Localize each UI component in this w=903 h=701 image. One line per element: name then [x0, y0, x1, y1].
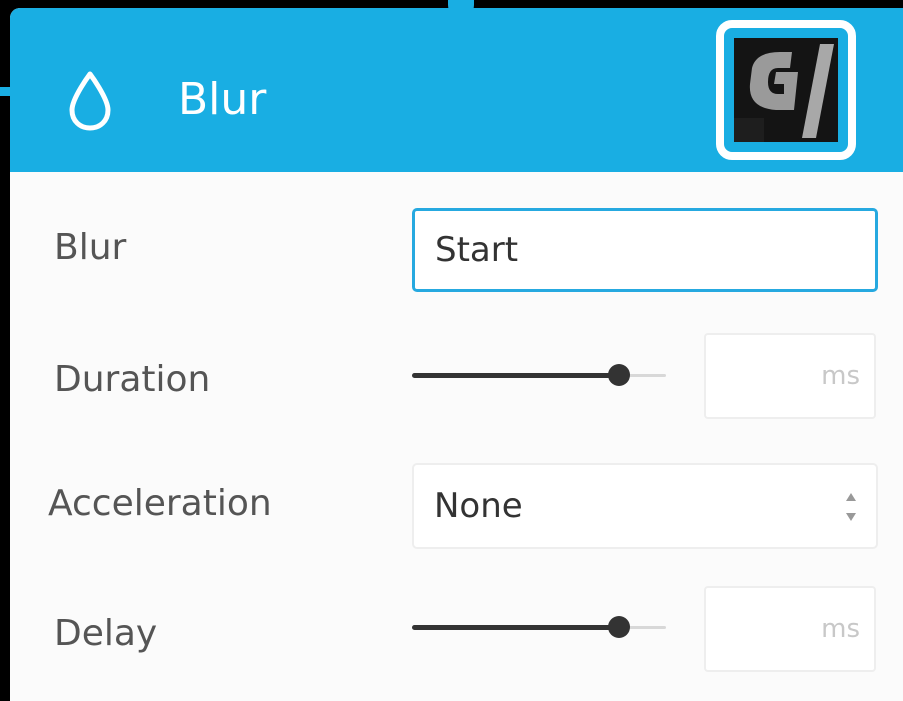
- duration-slider-handle[interactable]: [608, 364, 630, 386]
- panel-header: Blur: [10, 8, 903, 172]
- g-logo-icon: [734, 38, 838, 142]
- delay-label: Delay: [54, 613, 158, 654]
- drop-icon: [69, 71, 111, 131]
- panel-title: Blur: [178, 74, 267, 125]
- acceleration-label: Acceleration: [48, 483, 272, 524]
- blur-panel: Blur Blur Duration ms: [10, 8, 903, 701]
- g-logo-thumbnail: [734, 38, 838, 142]
- blur-label: Blur: [54, 227, 127, 268]
- duration-ms-input[interactable]: ms: [704, 333, 876, 419]
- select-arrows-icon: [846, 493, 856, 521]
- delay-slider[interactable]: [412, 612, 672, 642]
- duration-slider[interactable]: [412, 360, 672, 390]
- blur-trigger-input[interactable]: [412, 208, 878, 292]
- duration-unit: ms: [821, 361, 860, 391]
- acceleration-selected-value: None: [434, 486, 523, 526]
- duration-label: Duration: [54, 359, 211, 400]
- delay-slider-handle[interactable]: [608, 616, 630, 638]
- inspector-stage: Blur Blur Duration ms: [0, 0, 903, 701]
- acceleration-select[interactable]: None: [412, 463, 878, 549]
- delay-unit: ms: [821, 614, 860, 644]
- duration-slider-fill: [412, 373, 620, 378]
- delay-slider-fill: [412, 625, 620, 630]
- thumbnail-button[interactable]: [716, 20, 856, 160]
- delay-ms-input[interactable]: ms: [704, 586, 876, 672]
